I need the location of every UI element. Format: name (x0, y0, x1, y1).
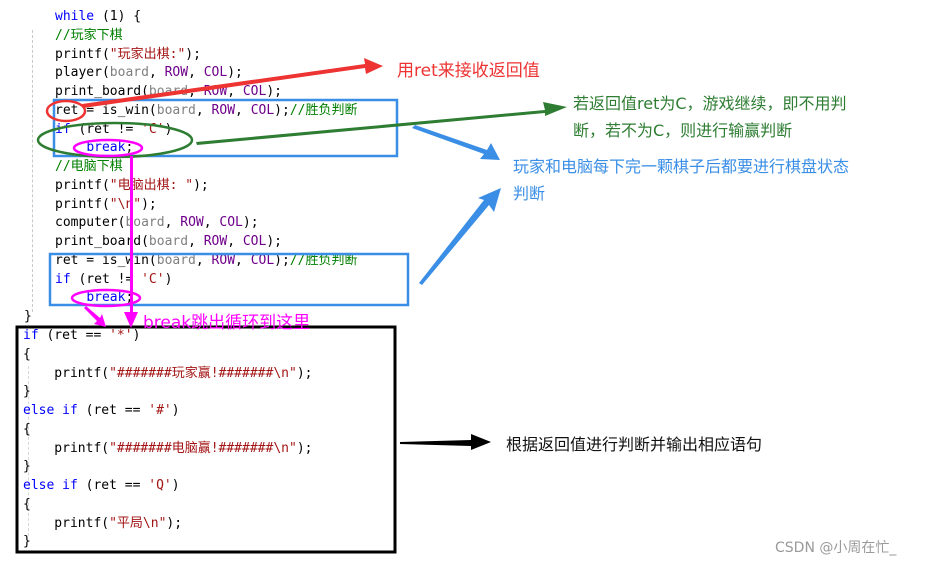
black-arrow (400, 434, 491, 450)
annotation-result-output: 根据返回值进行判断并输出相应语句 (506, 435, 763, 454)
annotation-break-jump: break跳出循环到这里 (143, 313, 311, 333)
blue-arrow-lower (419, 188, 501, 285)
magenta-arrow-short (84, 306, 106, 327)
annotation-overlay (15, 58, 567, 554)
annotation-continue-check-line1: 若返回值ret为C，游戏继续，即不用判 (573, 94, 847, 113)
break-highlight-ellipse-2 (70, 288, 142, 308)
ret-highlight-ellipse (45, 99, 87, 123)
is-win-box-computer (48, 252, 410, 307)
annotation-board-state-line1: 玩家和电脑每下完一颗棋子后都要进行棋盘状态 (513, 157, 850, 176)
annotation-ret-receive: 用ret来接收返回值 (397, 61, 540, 81)
watermark: CSDN @小周在忙_ (775, 540, 897, 556)
is-win-box-player (52, 98, 399, 158)
result-box (15, 325, 397, 554)
annotation-continue-check-line2: 断，若不为C，则进行输赢判断 (573, 121, 793, 140)
annotation-board-state-line2: 判断 (513, 184, 546, 203)
annotation-continue-check: 若返回值ret为C，游戏继续，即不用判 断，若不为C，则进行输赢判断 (573, 90, 847, 144)
blue-arrow-upper (412, 125, 500, 160)
annotation-board-state: 玩家和电脑每下完一颗棋子后都要进行棋盘状态 判断 (513, 153, 849, 207)
break-highlight-ellipse-1 (72, 138, 144, 158)
green-arrow (196, 102, 567, 145)
